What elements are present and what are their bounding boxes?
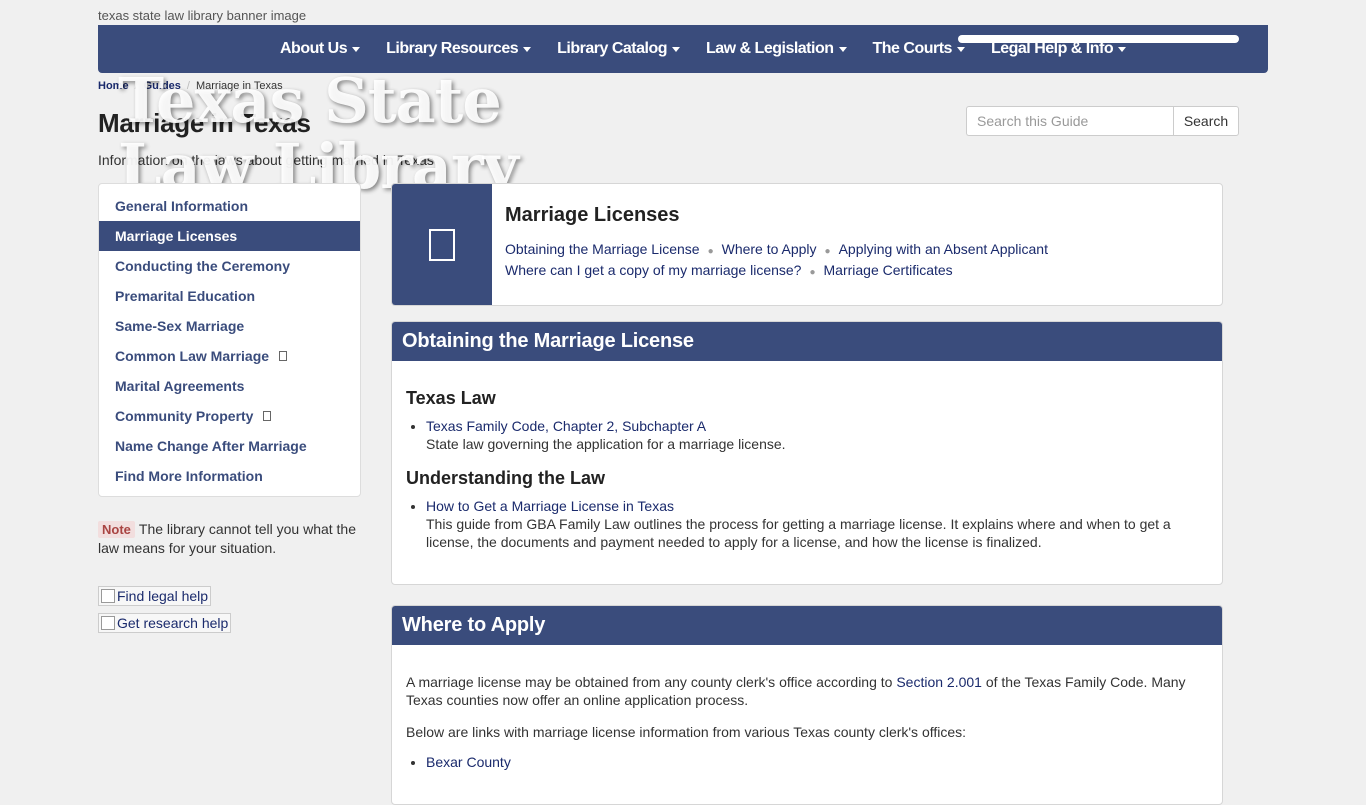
breadcrumb: Home / Guides / Marriage in Texas — [98, 80, 283, 92]
list-item: Texas Family Code, Chapter 2, Subchapter… — [426, 417, 1208, 453]
toc-separator: ● — [809, 267, 816, 278]
nav-about-us[interactable]: About Us — [280, 40, 361, 58]
caret-down-icon — [352, 46, 361, 52]
section-heading: Where to Apply — [392, 606, 1222, 645]
sidebar-item-general-information[interactable]: General Information — [99, 191, 360, 221]
family-code-link[interactable]: Texas Family Code, Chapter 2, Subchapter… — [426, 418, 706, 434]
sidebar-item-label: Name Change After Marriage — [115, 438, 307, 454]
caret-down-icon — [671, 46, 680, 52]
section-heading: Obtaining the Marriage License — [392, 322, 1222, 361]
toc-link-obtaining[interactable]: Obtaining the Marriage License — [505, 241, 700, 257]
obtaining-license-box: Obtaining the Marriage License Texas Law… — [391, 321, 1223, 585]
page-icon-panel — [392, 184, 492, 305]
nav-library-catalog[interactable]: Library Catalog — [557, 40, 680, 58]
sidebar-item-label: Marital Agreements — [115, 378, 245, 394]
section-body: Texas Law Texas Family Code, Chapter 2, … — [392, 361, 1222, 565]
toc-link-copy[interactable]: Where can I get a copy of my marriage li… — [505, 262, 801, 278]
text: A marriage license may be obtained from … — [406, 674, 897, 690]
sidebar-item-label: Conducting the Ceremony — [115, 258, 291, 274]
breadcrumb-current: Marriage in Texas — [195, 80, 283, 92]
link-description: State law governing the application for … — [426, 436, 786, 452]
guide-search: Search — [966, 106, 1239, 136]
breadcrumb-guides[interactable]: Guides — [144, 80, 181, 92]
dropdown-icon[interactable] — [279, 351, 288, 361]
guide-sidebar: General Information Marriage Licenses Co… — [98, 183, 361, 497]
nav-label: Law & Legislation — [705, 40, 834, 57]
law-list: Texas Family Code, Chapter 2, Subchapter… — [406, 417, 1208, 453]
paragraph: A marriage license may be obtained from … — [406, 673, 1208, 709]
main-nav: About Us Library Resources Library Catal… — [98, 25, 1268, 73]
nav-library-resources[interactable]: Library Resources — [386, 40, 532, 58]
guide-list: How to Get a Marriage License in Texas Th… — [406, 497, 1208, 551]
section-2001-link[interactable]: Section 2.001 — [896, 674, 982, 690]
sidebar-item-label: General Information — [115, 198, 249, 214]
list-item: Bexar County — [426, 753, 1208, 771]
toc-separator: ● — [707, 246, 714, 257]
sidebar-item-community-property[interactable]: Community Property — [99, 401, 360, 431]
toc-separator: ● — [824, 246, 831, 257]
note-box: Note The library cannot tell you what the… — [98, 520, 364, 557]
nav-label: Library Resources — [386, 40, 519, 57]
sidebar-item-label: Marriage Licenses — [115, 228, 238, 244]
section-body: A marriage license may be obtained from … — [392, 645, 1222, 785]
nav-label: Library Catalog — [557, 40, 667, 57]
find-legal-help-link[interactable]: Find legal help — [98, 586, 212, 606]
caret-down-icon — [838, 46, 847, 52]
nav-law-legislation[interactable]: Law & Legislation — [706, 40, 847, 58]
page-title: Marriage in Texas — [98, 108, 311, 138]
nav-label: About Us — [280, 40, 348, 57]
sidebar-item-common-law-marriage[interactable]: Common Law Marriage — [99, 341, 360, 371]
understanding-law-heading: Understanding the Law — [406, 468, 606, 488]
find-legal-help-label: Find legal help — [117, 588, 209, 604]
toc-link-absent-applicant[interactable]: Applying with an Absent Applicant — [839, 241, 1048, 257]
sidebar-item-marital-agreements[interactable]: Marital Agreements — [99, 371, 360, 401]
sidebar-item-label: Common Law Marriage — [115, 348, 270, 364]
get-research-help-label: Get research help — [117, 615, 229, 631]
sidebar-item-marriage-licenses[interactable]: Marriage Licenses — [99, 221, 360, 251]
sidebar-item-conducting-ceremony[interactable]: Conducting the Ceremony — [99, 251, 360, 281]
sidebar-item-premarital-education[interactable]: Premarital Education — [99, 281, 360, 311]
caret-down-icon — [956, 46, 965, 52]
section-toc: Obtaining the Marriage License ● Where to … — [505, 240, 1205, 282]
banner-image: texas state law library banner image — [98, 8, 306, 23]
sidebar-item-label: Community Property — [115, 408, 254, 424]
dropdown-icon[interactable] — [263, 411, 272, 421]
nav-overlay-bar — [958, 35, 1239, 43]
banner-alt-text: texas state law library banner image — [98, 8, 307, 23]
get-research-help-link[interactable]: Get research help — [98, 613, 232, 633]
texas-law-heading: Texas Law — [406, 388, 496, 408]
nav-the-courts[interactable]: The Courts — [873, 40, 965, 58]
page-description: Information on the laws about getting ma… — [98, 152, 434, 168]
broken-image-icon — [101, 589, 115, 603]
gba-guide-link[interactable]: How to Get a Marriage License in Texas — [426, 498, 674, 514]
search-input[interactable] — [966, 106, 1173, 136]
intro-box: Marriage Licenses Obtaining the Marriage… — [391, 183, 1223, 306]
caret-down-icon — [1118, 46, 1127, 52]
note-text: The library cannot tell you what the law… — [98, 521, 357, 556]
sidebar-item-label: Premarital Education — [115, 288, 256, 304]
document-icon — [429, 229, 455, 261]
list-item: How to Get a Marriage License in Texas Th… — [426, 497, 1208, 551]
link-description: This guide from GBA Family Law outlines … — [426, 516, 1171, 550]
toc-link-where-to-apply[interactable]: Where to Apply — [722, 241, 817, 257]
intro-title: Marriage Licenses — [505, 204, 680, 226]
search-button[interactable]: Search — [1173, 106, 1239, 136]
sidebar-item-same-sex-marriage[interactable]: Same-Sex Marriage — [99, 311, 360, 341]
breadcrumb-separator: / — [186, 80, 190, 92]
nav-label: The Courts — [872, 40, 953, 57]
county-list: Bexar County — [406, 753, 1208, 771]
note-badge: Note — [98, 521, 135, 538]
sidebar-item-label: Same-Sex Marriage — [115, 318, 245, 334]
sidebar-item-label: Find More Information — [115, 468, 263, 484]
sidebar-item-find-more-info[interactable]: Find More Information — [99, 461, 360, 491]
breadcrumb-separator: / — [134, 80, 138, 92]
sidebar-item-name-change[interactable]: Name Change After Marriage — [99, 431, 360, 461]
where-to-apply-box: Where to Apply A marriage license may be… — [391, 605, 1223, 805]
paragraph: Below are links with marriage license in… — [406, 724, 967, 740]
breadcrumb-home[interactable]: Home — [98, 80, 129, 92]
broken-image-icon — [101, 616, 115, 630]
toc-link-certificates[interactable]: Marriage Certificates — [824, 262, 953, 278]
caret-down-icon — [523, 46, 532, 52]
